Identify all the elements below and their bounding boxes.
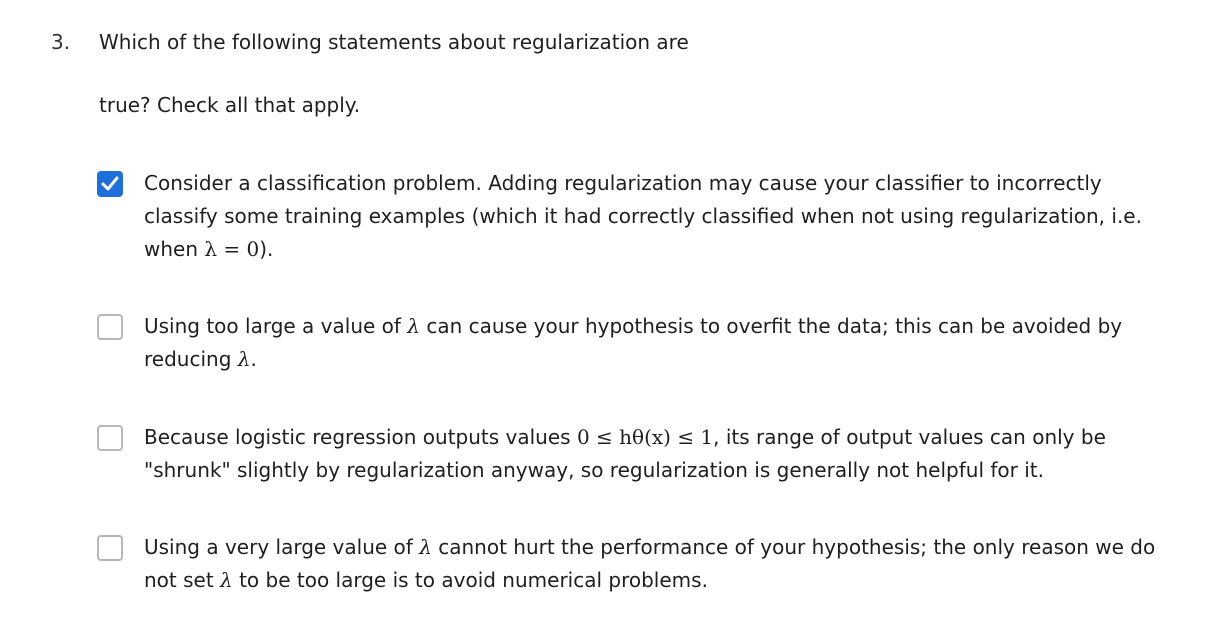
option-4-label: Using a very large value of λ cannot hur…: [144, 531, 1188, 597]
option-4[interactable]: Using a very large value of λ cannot hur…: [97, 534, 1188, 597]
math-lambda: λ: [237, 347, 251, 371]
option-text: Using too large a value of: [144, 314, 408, 338]
checkbox-unchecked-icon[interactable]: [97, 314, 123, 340]
checkbox-checked-icon[interactable]: [97, 171, 123, 197]
option-1[interactable]: Consider a classification problem. Addin…: [97, 170, 1188, 266]
option-2[interactable]: Using too large a value of λ can cause y…: [97, 313, 1188, 376]
math-expression: λ = 0: [204, 237, 260, 261]
option-3-label: Because logistic regression outputs valu…: [144, 421, 1159, 487]
math-lambda: λ: [419, 535, 432, 559]
option-text: to be too large is to avoid numerical pr…: [232, 568, 708, 592]
math-lambda: λ: [407, 314, 420, 338]
option-text: .: [250, 347, 257, 371]
question-text-line-2: true? Check all that apply.: [99, 93, 361, 117]
option-text: ).: [259, 237, 274, 261]
question-text-line-1: Which of the following statements about …: [99, 30, 689, 54]
checkmark-icon: [101, 176, 119, 191]
question-number: 3.: [51, 30, 71, 54]
math-lambda: λ: [220, 568, 233, 592]
math-expression: 0 ≤ hθ(x) ≤ 1: [576, 425, 714, 449]
option-text: Consider a classification problem. Addin…: [144, 171, 1142, 261]
option-text: Because logistic regression outputs valu…: [144, 425, 577, 449]
checkbox-unchecked-icon[interactable]: [97, 425, 123, 451]
option-3[interactable]: Because logistic regression outputs valu…: [97, 424, 1188, 487]
option-text: Using a very large value of: [144, 535, 420, 559]
option-1-label: Consider a classification problem. Addin…: [144, 167, 1174, 266]
checkbox-unchecked-icon[interactable]: [97, 535, 123, 561]
option-2-label: Using too large a value of λ can cause y…: [144, 310, 1154, 376]
